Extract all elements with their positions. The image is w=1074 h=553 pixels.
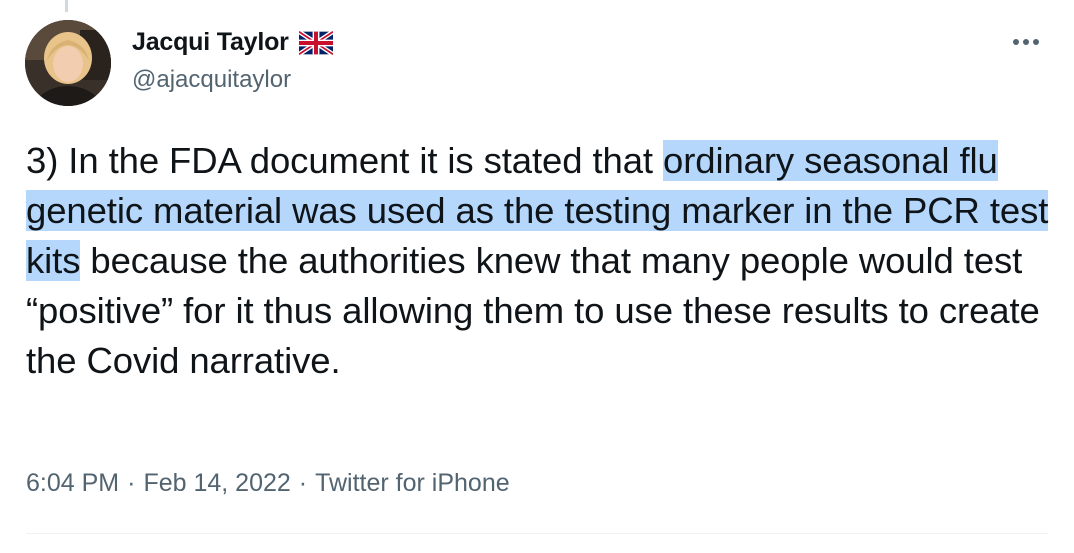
tweet-card: Jacqui Taylor @ajacquitaylor 3) In the F…	[0, 0, 1074, 553]
uk-flag-icon	[297, 29, 334, 56]
more-options-dot	[1033, 39, 1039, 45]
author-name-row: Jacqui Taylor	[132, 28, 334, 57]
display-name[interactable]: Jacqui Taylor	[132, 28, 289, 57]
user-handle[interactable]: @ajacquitaylor	[132, 66, 291, 94]
tweet-text-part1: 3) In the FDA document it is stated that	[26, 140, 664, 181]
divider	[26, 533, 1048, 534]
tweet-source[interactable]: Twitter for iPhone	[315, 469, 510, 497]
meta-separator: ·	[298, 469, 308, 497]
meta-separator: ·	[127, 469, 136, 497]
avatar[interactable]	[25, 20, 111, 106]
profile-photo-icon	[25, 20, 111, 106]
more-options-icon	[1013, 39, 1019, 45]
tweet-metadata: 6:04 PM · Feb 14, 2022 · Twitter for iPhone	[26, 469, 510, 498]
tweet-date[interactable]: Feb 14, 2022	[143, 469, 290, 497]
tweet-text-part2: because the authorities knew that many p…	[26, 240, 1040, 381]
more-options-dot	[1023, 39, 1029, 45]
more-options-button[interactable]	[1006, 30, 1046, 54]
tweet-time[interactable]: 6:04 PM	[26, 469, 119, 497]
tweet-text: 3) In the FDA document it is stated that…	[26, 136, 1056, 386]
thread-connector-line	[65, 0, 68, 12]
